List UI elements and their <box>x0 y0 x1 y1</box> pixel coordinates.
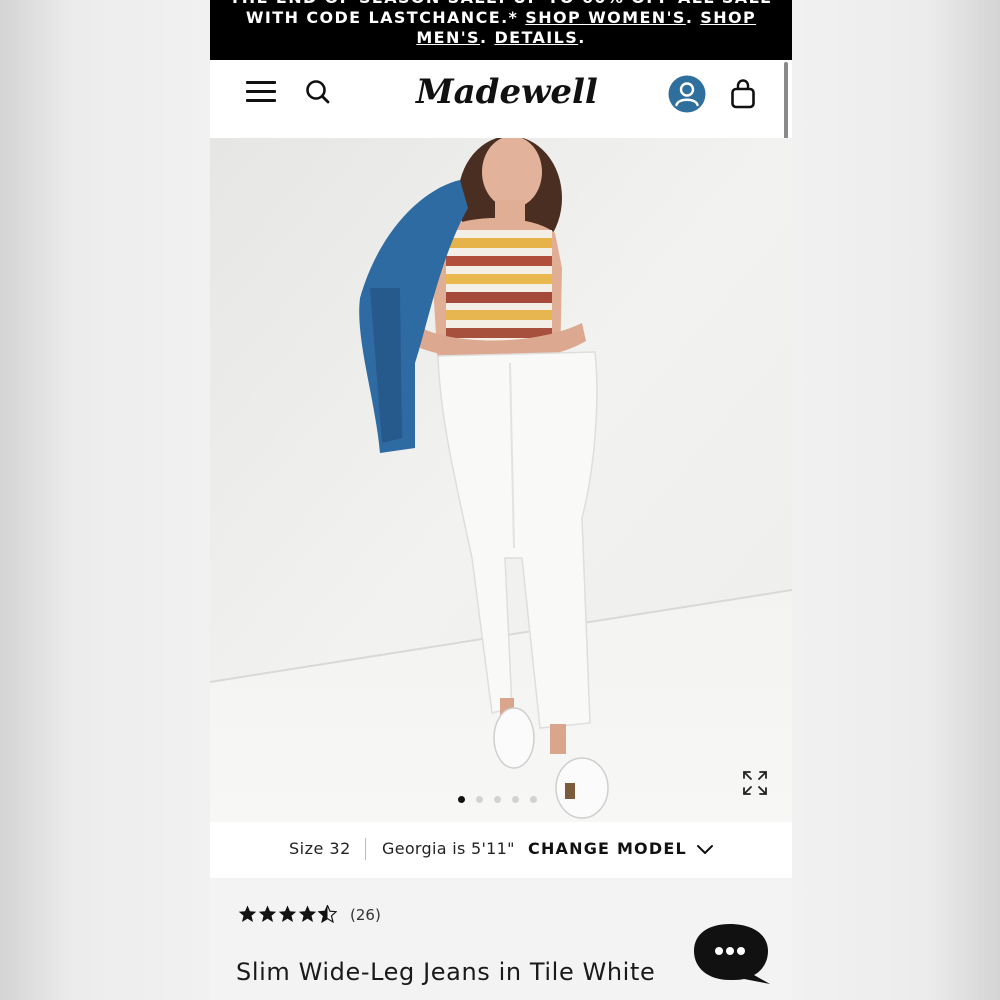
chat-icon[interactable] <box>694 922 774 986</box>
promo-end: . <box>578 28 586 47</box>
chevron-down-icon[interactable] <box>696 840 714 858</box>
model-height: Georgia is 5'11" <box>382 839 515 858</box>
expand-icon[interactable] <box>742 770 768 796</box>
product-title: Slim Wide-Leg Jeans in Tile White <box>236 958 656 986</box>
model-info-bar: Size 32 Georgia is 5'11" CHANGE MODEL <box>210 822 792 878</box>
background-left <box>0 0 210 1000</box>
carousel-dot[interactable] <box>512 796 519 803</box>
model-size: Size 32 <box>289 839 351 858</box>
promo-line-3: MEN'S. DETAILS. <box>210 28 792 48</box>
star-rating[interactable] <box>238 905 337 923</box>
promo-code-text: WITH CODE LASTCHANCE.* <box>245 8 526 27</box>
carousel-dots <box>458 796 537 804</box>
shopping-bag-icon[interactable] <box>730 78 756 110</box>
carousel-dot[interactable] <box>476 796 483 803</box>
search-icon[interactable] <box>304 78 332 106</box>
divider <box>365 838 366 860</box>
account-icon[interactable] <box>668 75 706 113</box>
carousel-dot[interactable] <box>458 796 465 803</box>
hamburger-menu-icon[interactable] <box>246 80 276 104</box>
shop-mens-link-part2[interactable]: MEN'S <box>416 28 480 47</box>
madewell-logo[interactable]: Madewell <box>416 68 598 116</box>
promo-separator: . <box>685 8 701 27</box>
star-icon <box>238 905 257 922</box>
carousel-dot[interactable] <box>530 796 537 803</box>
carousel-dot[interactable] <box>494 796 501 803</box>
promo-line-2: WITH CODE LASTCHANCE.* SHOP WOMEN'S. SHO… <box>210 8 792 28</box>
details-link[interactable]: DETAILS <box>494 28 578 47</box>
site-header: Madewell <box>210 60 792 138</box>
star-icon <box>258 905 277 922</box>
review-count[interactable]: (26) <box>350 906 381 924</box>
half-star-icon <box>318 905 337 923</box>
product-image[interactable] <box>210 138 792 822</box>
shop-mens-link-part1[interactable]: SHOP <box>700 8 756 27</box>
promo-banner: THE END OF SEASON SALE: UP TO 60% OFF AL… <box>210 0 792 60</box>
promo-line-1: THE END OF SEASON SALE: UP TO 60% OFF AL… <box>210 0 792 8</box>
model-photo <box>210 138 792 822</box>
shop-womens-link[interactable]: SHOP WOMEN'S <box>525 8 686 27</box>
star-icon <box>298 905 317 922</box>
change-model-button[interactable]: CHANGE MODEL <box>528 839 687 858</box>
star-icon <box>278 905 297 922</box>
promo-separator: . <box>479 28 495 47</box>
background-right <box>792 0 1000 1000</box>
mobile-page: THE END OF SEASON SALE: UP TO 60% OFF AL… <box>210 0 792 1000</box>
